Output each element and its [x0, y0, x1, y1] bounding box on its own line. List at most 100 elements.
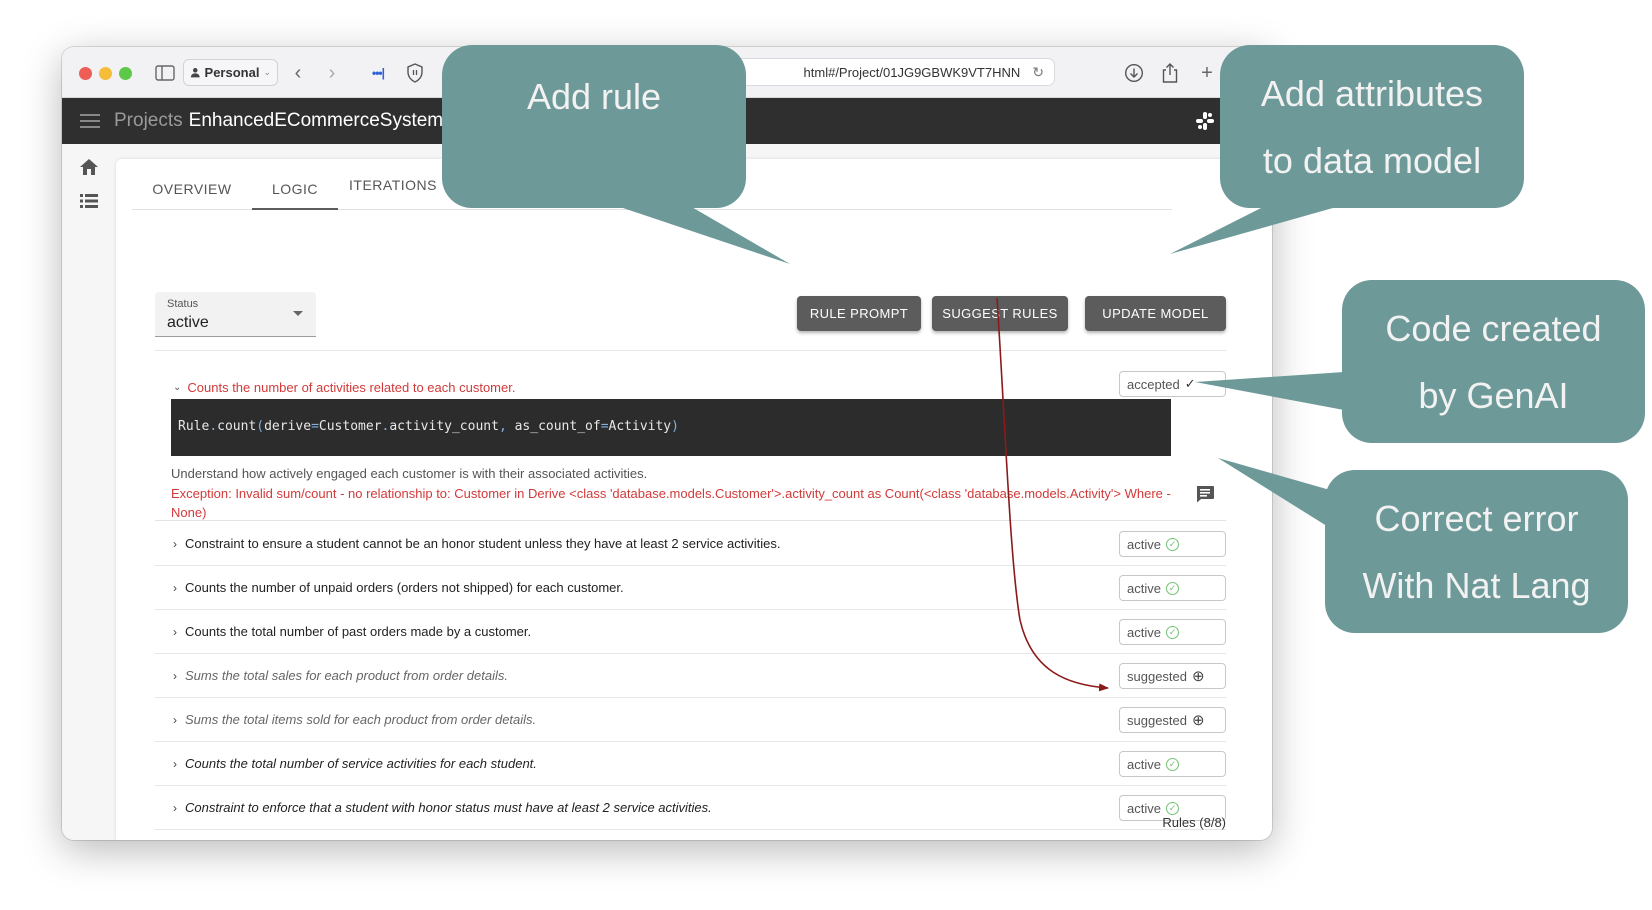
check-circle-icon: ✓	[1165, 757, 1179, 771]
rule-status-badge[interactable]: suggested ⊕	[1119, 707, 1226, 733]
home-icon[interactable]	[79, 158, 99, 176]
add-circle-icon: ⊕	[1192, 668, 1205, 685]
callout-text: Add attributes	[1260, 72, 1484, 114]
callout-text: Correct error	[1374, 497, 1579, 539]
close-window-button[interactable]	[79, 67, 92, 80]
update-model-button[interactable]: UPDATE MODEL	[1085, 296, 1226, 331]
check-circle-icon: ✓	[1165, 537, 1179, 551]
rule-item-expanded: ⌄ Counts the number of activities relate…	[155, 351, 1226, 521]
profile-button[interactable]: Personal ⌄	[183, 59, 278, 86]
rule-status-badge[interactable]: active ✓	[1119, 619, 1226, 645]
logic-panel: OVERVIEW LOGIC ITERATIONS Status active …	[116, 159, 1272, 840]
dropdown-arrow-icon	[293, 311, 303, 316]
status-select[interactable]: Status active	[155, 292, 316, 337]
callout-text: by GenAI	[1418, 374, 1569, 416]
sidebar-toggle-icon[interactable]	[154, 61, 176, 85]
status-text: suggested	[1127, 668, 1187, 684]
forward-icon[interactable]: ›	[323, 61, 341, 85]
check-circle-icon: ✓	[1165, 625, 1179, 639]
status-text: active	[1127, 800, 1161, 816]
add-circle-icon: ⊕	[1192, 712, 1205, 729]
rule-item-title: › Sums the total items sold for each prod…	[173, 712, 536, 727]
rule-item-text: Sums the total items sold for each produ…	[185, 712, 537, 727]
share-icon[interactable]	[1159, 61, 1181, 85]
rule-title[interactable]: ⌄ Counts the number of activities relate…	[173, 380, 515, 395]
status-text: accepted	[1127, 376, 1180, 392]
check-circle-icon: ✓	[1165, 581, 1179, 595]
callout-correct-error: Correct error With Nat Lang	[1325, 470, 1628, 633]
rule-item-title: › Counts the total number of past orders …	[173, 624, 531, 639]
project-title: EnhancedECommerceSystem	[188, 110, 444, 131]
rule-status-badge[interactable]: active ✓	[1119, 575, 1226, 601]
callout-text: to data model	[1262, 139, 1482, 181]
status-text: active	[1127, 756, 1161, 772]
rule-item-title: › Counts the total number of service acti…	[173, 756, 537, 771]
status-text: active	[1127, 536, 1161, 552]
rule-item[interactable]: › Counts the number of unpaid orders (ord…	[155, 566, 1226, 610]
rule-item[interactable]: › Sums the total items sold for each prod…	[155, 698, 1226, 742]
rule-title-text: Counts the number of activities related …	[187, 380, 516, 395]
slack-icon[interactable]	[1196, 112, 1214, 130]
rule-description: Understand how actively engaged each cus…	[171, 466, 648, 481]
download-icon[interactable]	[1123, 61, 1145, 85]
callout-text: Add rule	[526, 76, 662, 117]
callout-code-created: Code created by GenAI	[1342, 280, 1645, 443]
status-select-label: Status	[167, 298, 199, 310]
status-text: active	[1127, 624, 1161, 640]
callout-add-rule: Add rule	[442, 45, 746, 208]
rule-status-badge[interactable]: active ✓	[1119, 751, 1226, 777]
chevron-right-icon[interactable]: ›	[173, 537, 177, 551]
rule-item[interactable]: › Constraint to enforce that a student wi…	[155, 786, 1226, 830]
rule-item[interactable]: › Sums the total sales for each product f…	[155, 654, 1226, 698]
chevron-right-icon[interactable]: ›	[173, 625, 177, 639]
rule-status-badge[interactable]: active ✓	[1119, 531, 1226, 557]
rule-item[interactable]: › Counts the total number of past orders …	[155, 610, 1226, 654]
suggest-rules-button[interactable]: SUGGEST RULES	[932, 296, 1068, 331]
callout-text: Code created	[1385, 307, 1602, 349]
chevron-right-icon[interactable]: ›	[173, 713, 177, 727]
back-icon[interactable]: ‹	[289, 61, 307, 85]
active-tab-indicator	[252, 208, 338, 210]
list-icon[interactable]	[79, 192, 99, 210]
breadcrumb-projects[interactable]: Projects	[114, 110, 183, 132]
rules-count: Rules (8/8)	[1162, 815, 1226, 830]
chevron-right-icon[interactable]: ›	[173, 581, 177, 595]
rule-item-title: › Constraint to enforce that a student wi…	[173, 800, 712, 815]
chevron-right-icon[interactable]: ›	[173, 669, 177, 683]
status-text: suggested	[1127, 712, 1187, 728]
rule-item-text: Counts the number of unpaid orders (orde…	[185, 580, 624, 595]
minimize-window-button[interactable]	[99, 67, 112, 80]
rule-error-message: Exception: Invalid sum/count - no relati…	[171, 486, 1171, 520]
rule-item-text: Counts the total number of past orders m…	[185, 624, 532, 639]
reload-icon[interactable]: ↻	[1032, 64, 1044, 81]
check-circle-icon: ✓	[1165, 801, 1179, 815]
rule-item-title: › Counts the number of unpaid orders (ord…	[173, 580, 624, 595]
rule-prompt-button[interactable]: RULE PROMPT	[797, 296, 921, 331]
maximize-window-button[interactable]	[119, 67, 132, 80]
tab-logic[interactable]: LOGIC	[252, 163, 338, 214]
rule-item-text: Sums the total sales for each product fr…	[185, 668, 508, 683]
rule-item-text: Counts the total number of service activ…	[185, 756, 537, 771]
chevron-right-icon[interactable]: ›	[173, 801, 177, 815]
rule-status-badge[interactable]: accepted ✓	[1119, 371, 1226, 397]
rule-item-title: › Constraint to ensure a student cannot b…	[173, 536, 780, 551]
tab-iterations[interactable]: ITERATIONS	[338, 159, 448, 210]
rule-item-text: Constraint to enforce that a student wit…	[185, 800, 712, 815]
chevron-right-icon[interactable]: ›	[173, 757, 177, 771]
rule-item[interactable]: › Counts the total number of service acti…	[155, 742, 1226, 786]
callout-text: With Nat Lang	[1362, 564, 1591, 606]
rule-code-block: Rule.count(derive=Customer.activity_coun…	[171, 399, 1171, 456]
check-icon: ✓	[1184, 376, 1196, 391]
tab-overview[interactable]: OVERVIEW	[132, 163, 252, 214]
new-tab-icon[interactable]: +	[1196, 61, 1218, 85]
hamburger-menu-icon[interactable]	[80, 114, 100, 128]
comment-icon[interactable]	[1195, 485, 1215, 503]
shield-icon[interactable]	[404, 61, 426, 85]
status-select-value: active	[167, 314, 209, 331]
callout-add-attributes: Add attributes to data model	[1220, 45, 1524, 208]
chevron-down-icon[interactable]: ⌄	[173, 382, 181, 393]
rule-item-title: › Sums the total sales for each product f…	[173, 668, 508, 683]
password-manager-icon[interactable]: •••|	[367, 61, 389, 85]
rule-item[interactable]: › Constraint to ensure a student cannot b…	[155, 522, 1226, 566]
rule-status-badge[interactable]: suggested ⊕	[1119, 663, 1226, 689]
